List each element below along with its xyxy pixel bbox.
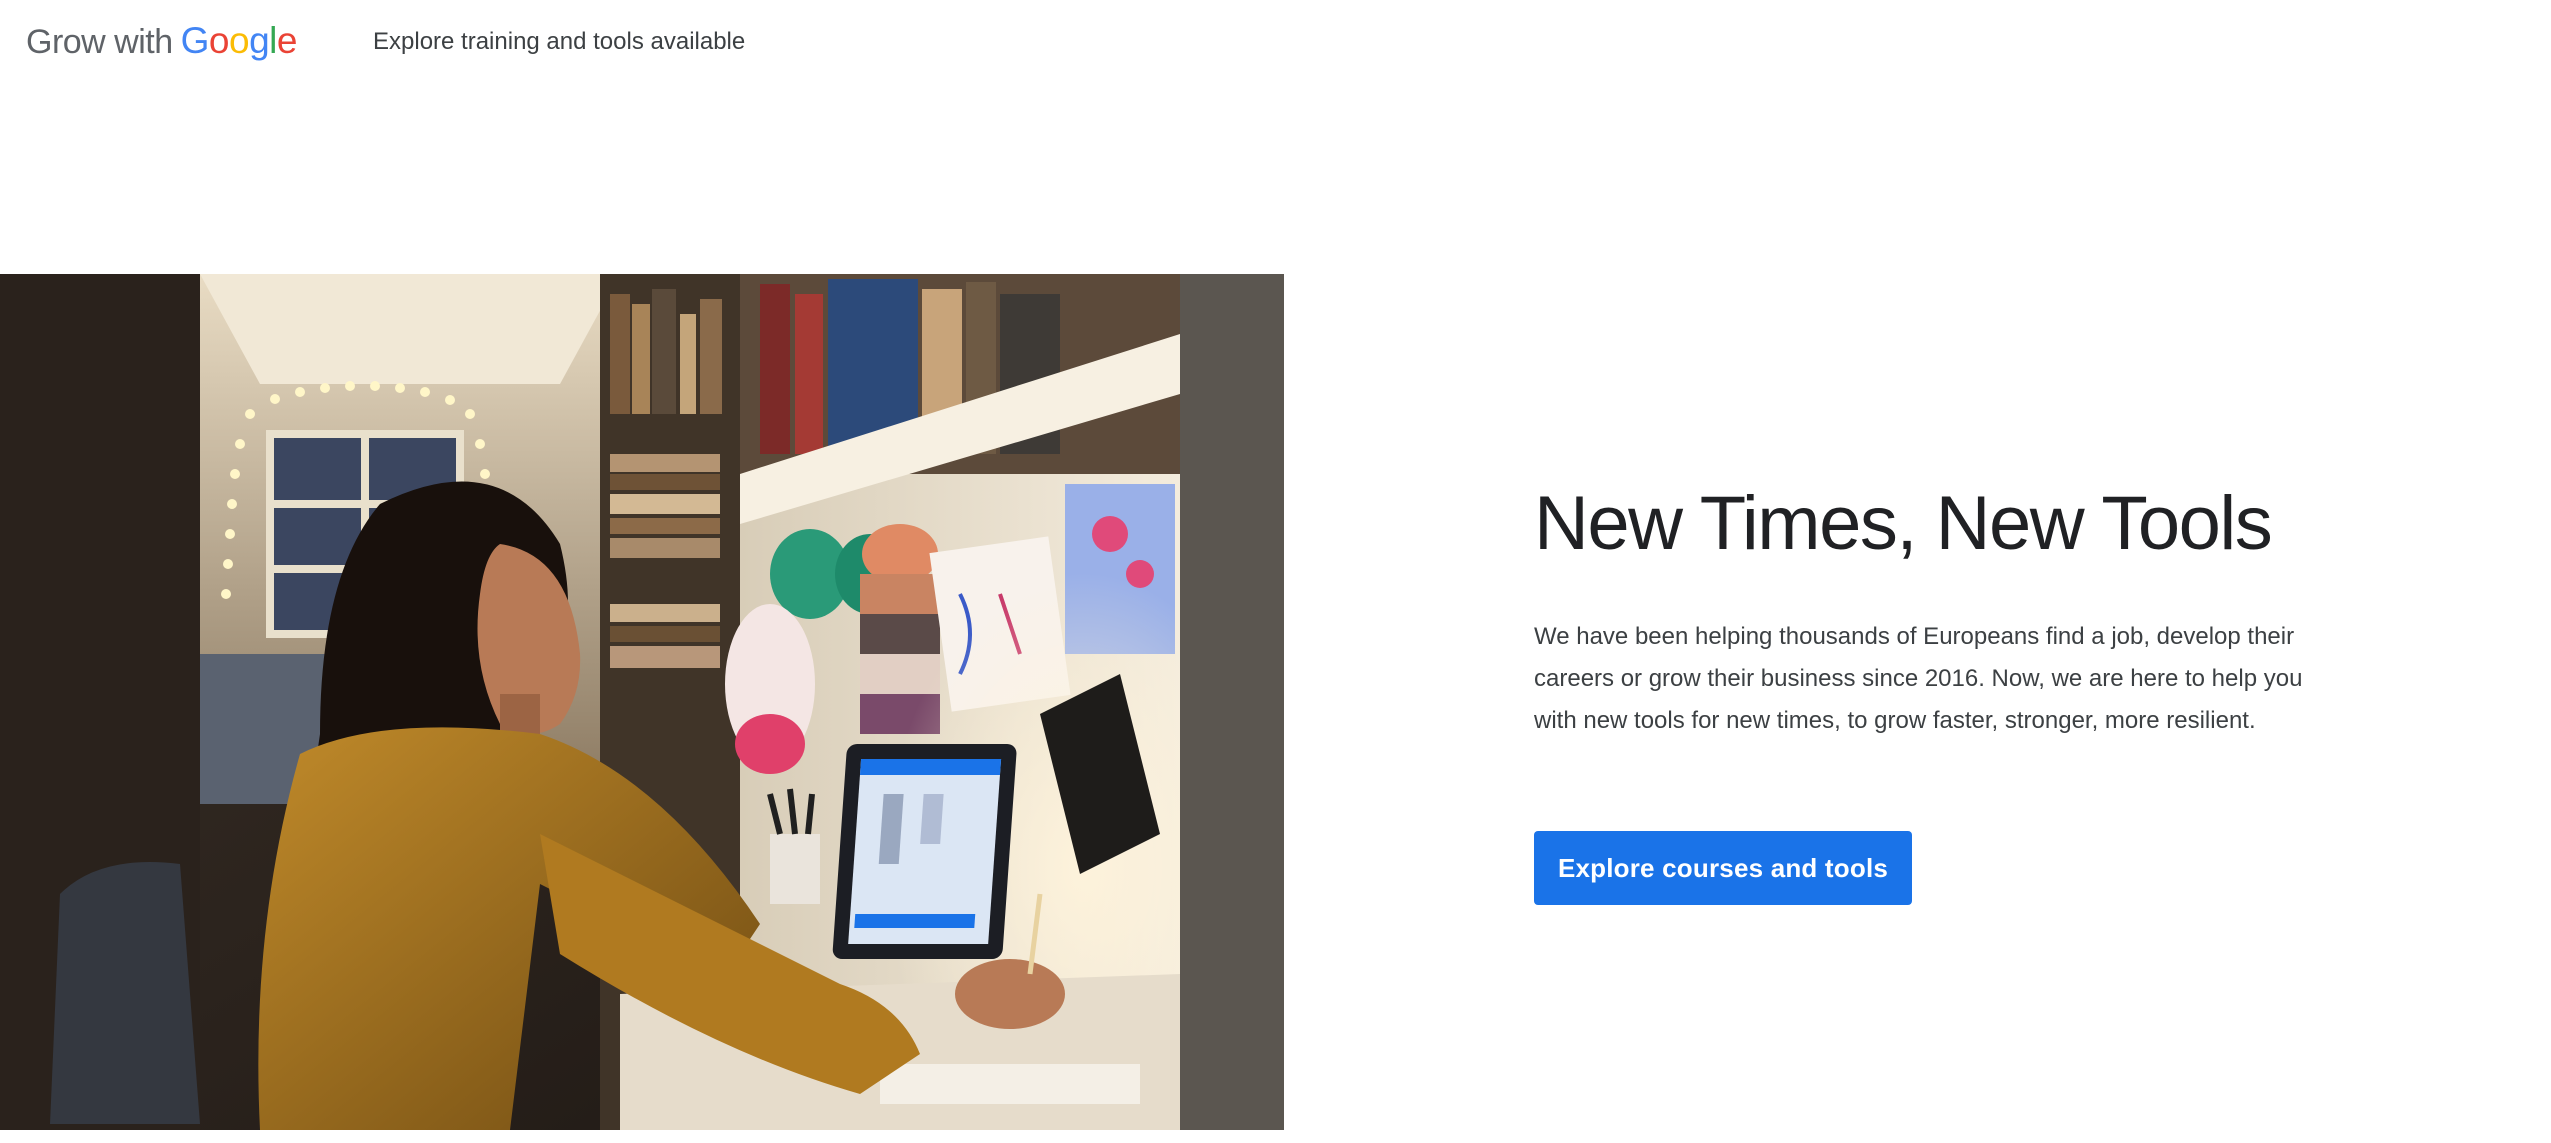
logo-prefix-text: Grow with	[26, 23, 173, 61]
logo-letter: G	[180, 20, 210, 61]
explore-courses-button[interactable]: Explore courses and tools	[1534, 831, 1912, 905]
site-header: Grow with Google Explore training and to…	[0, 0, 2551, 92]
logo-letter: o	[229, 20, 250, 61]
nav-link-explore-training[interactable]: Explore training and tools available	[373, 28, 745, 56]
logo-letter: e	[276, 20, 298, 61]
logo-letter: o	[208, 20, 230, 61]
logo-letter: g	[249, 20, 270, 61]
grow-with-google-logo[interactable]: Grow with Google	[26, 20, 297, 70]
logo-letter: l	[269, 20, 277, 61]
google-wordmark: Google	[180, 20, 298, 62]
hero-description: We have been helping thousands of Europe…	[1534, 623, 2303, 734]
hero-content: New Times, New Tools We have been helpin…	[1534, 470, 2394, 766]
photo-woman-at-desk-icon	[0, 274, 1284, 1130]
page: Grow with Google Explore training and to…	[0, 0, 2551, 1143]
hero-title: New Times, New Tools	[1534, 481, 2273, 566]
hero-photo	[0, 274, 1284, 1130]
